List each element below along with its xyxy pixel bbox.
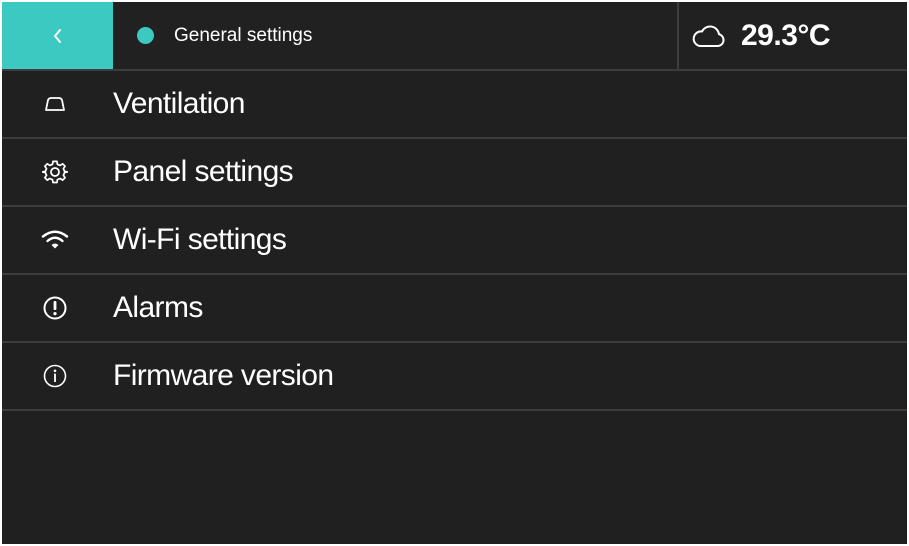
- menu-item-label: Wi-Fi settings: [113, 223, 287, 256]
- cloud-icon: [692, 24, 725, 47]
- settings-menu: Ventilation Panel settings Wi-Fi setting…: [2, 71, 907, 411]
- weather-widget: 29.3°C: [679, 2, 907, 69]
- menu-item-label: Firmware version: [113, 359, 334, 392]
- alarm-icon: [40, 293, 70, 323]
- page-title: General settings: [174, 24, 313, 46]
- settings-screen: General settings 29.3°C Ventilation Pane…: [2, 2, 907, 544]
- temperature-value: 29.3°C: [741, 18, 831, 52]
- menu-item-panel-settings[interactable]: Panel settings: [2, 139, 907, 207]
- gear-icon: [40, 157, 70, 187]
- breadcrumb: General settings: [137, 2, 312, 69]
- menu-item-firmware-version[interactable]: Firmware version: [2, 343, 907, 411]
- menu-item-wifi-settings[interactable]: Wi-Fi settings: [2, 207, 907, 275]
- menu-item-label: Ventilation: [113, 87, 245, 120]
- chevron-left-icon: [53, 28, 61, 43]
- menu-item-alarms[interactable]: Alarms: [2, 275, 907, 343]
- menu-item-ventilation[interactable]: Ventilation: [2, 71, 907, 139]
- wifi-icon: [40, 225, 70, 255]
- menu-item-label: Panel settings: [113, 155, 294, 188]
- info-icon: [40, 361, 70, 391]
- ventilation-icon: [40, 89, 70, 119]
- menu-item-label: Alarms: [113, 291, 203, 324]
- top-bar: General settings 29.3°C: [2, 2, 907, 71]
- status-dot-icon: [137, 27, 154, 44]
- back-button[interactable]: [2, 2, 113, 69]
